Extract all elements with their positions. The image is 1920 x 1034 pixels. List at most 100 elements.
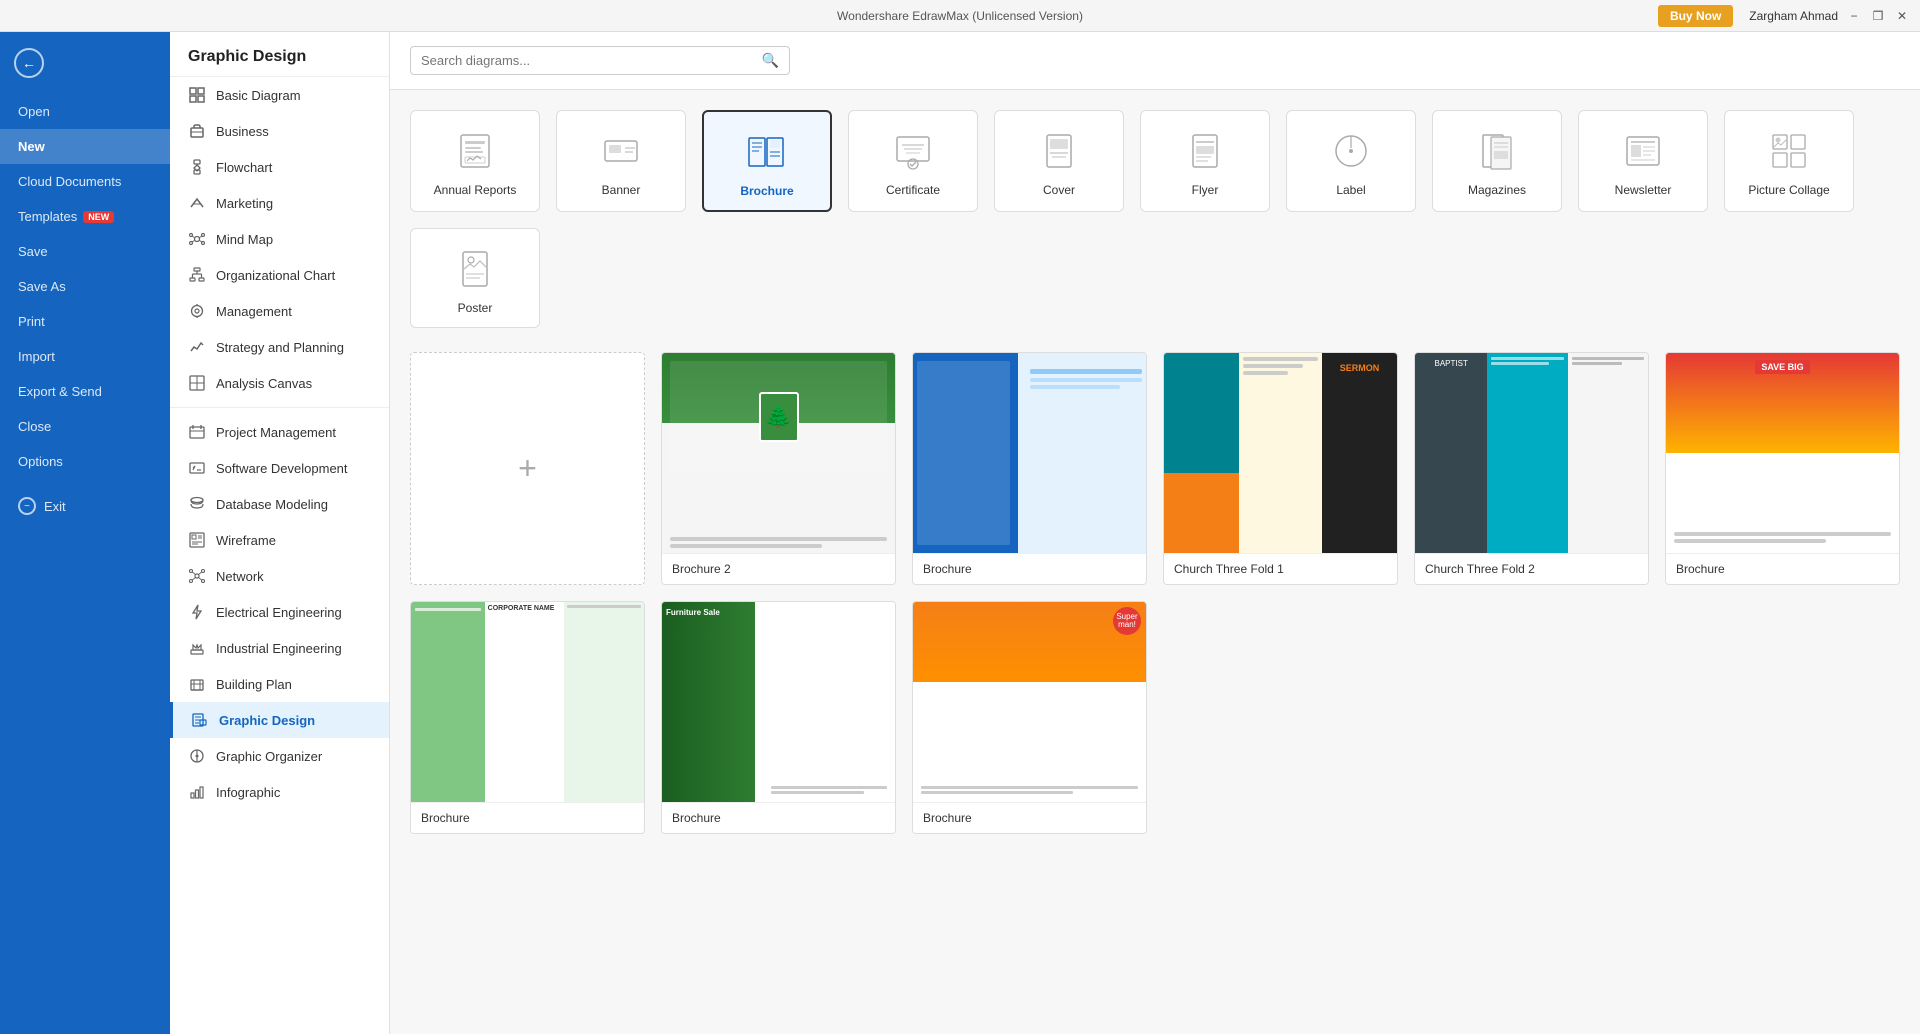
category-orgchart[interactable]: Organizational Chart [170,257,389,293]
sidebar-item-save[interactable]: Save [0,234,170,269]
tile-label: Annual Reports [434,183,517,197]
category-label: Industrial Engineering [216,641,342,656]
sidebar-item-import[interactable]: Import [0,339,170,374]
close-button[interactable]: ✕ [1894,8,1910,24]
tile-cover[interactable]: Cover [994,110,1124,212]
tile-label: Certificate [886,183,940,197]
category-project[interactable]: Project Management [170,414,389,450]
category-basic-diagram[interactable]: Basic Diagram [170,77,389,113]
add-new-card[interactable]: + [410,352,645,585]
sidebar-item-print[interactable]: Print [0,304,170,339]
template-card-brochure[interactable]: Brochure [912,352,1147,585]
tile-banner[interactable]: Banner [556,110,686,212]
tile-brochure[interactable]: Brochure [702,110,832,212]
template-card-church-three-fold-2[interactable]: BAPTIST Church Three Fo [1414,352,1649,585]
tile-newsletter[interactable]: Newsletter [1578,110,1708,212]
search-button[interactable]: 🔍 [762,52,779,69]
sidebar-item-export[interactable]: Export & Send [0,374,170,409]
poster-icon [451,245,499,293]
tile-magazines[interactable]: Magazines [1432,110,1562,212]
sidebar-item-open[interactable]: Open [0,94,170,129]
tile-picture-collage[interactable]: Picture Collage [1724,110,1854,212]
category-database[interactable]: Database Modeling [170,486,389,522]
category-electrical[interactable]: Electrical Engineering [170,594,389,630]
category-label: Network [216,569,264,584]
category-label: Management [216,304,292,319]
template-label: Church Three Fold 2 [1415,553,1648,584]
category-label: Analysis Canvas [216,376,312,391]
main-content: 🔍 Annual Reports Banner [390,32,1920,1034]
sidebar-item-exit[interactable]: − Exit [0,487,170,525]
restore-button[interactable]: ❒ [1870,8,1886,24]
tile-label[interactable]: Label [1286,110,1416,212]
tile-label: Flyer [1192,183,1219,197]
category-label: Marketing [216,196,273,211]
buy-now-button[interactable]: Buy Now [1658,5,1733,27]
divider [170,407,389,408]
category-industrial[interactable]: Industrial Engineering [170,630,389,666]
sidebar-nav: Open New Cloud Documents Templates NEW S… [0,94,170,479]
category-graphic-design[interactable]: Graphic Design [170,702,389,738]
template-card-brochure-2[interactable]: 🌲 Brochure 2 [661,352,896,585]
flyer-icon [1181,127,1229,175]
sidebar-item-save-as[interactable]: Save As [0,269,170,304]
templates-area: Annual Reports Banner Brochure [390,90,1920,1034]
sidebar-item-new[interactable]: New [0,129,170,164]
template-card-row2-1[interactable]: SAVE BIG Brochure [1665,352,1900,585]
template-card-row2-3[interactable]: Furniture Sale Brochure [661,601,896,834]
mindmap-icon [188,230,206,248]
org-icon [188,266,206,284]
tile-certificate[interactable]: Certificate [848,110,978,212]
category-management[interactable]: Management [170,293,389,329]
category-label: Mind Map [216,232,273,247]
template-label: Church Three Fold 1 [1164,553,1397,584]
category-flowchart[interactable]: Flowchart [170,149,389,185]
sidebar-item-options[interactable]: Options [0,444,170,479]
template-card-church-three-fold-1[interactable]: SERMON Church Three Fold 1 [1163,352,1398,585]
search-input[interactable] [421,53,762,68]
banner-icon [597,127,645,175]
magazines-icon [1473,127,1521,175]
category-strategy[interactable]: Strategy and Planning [170,329,389,365]
category-marketing[interactable]: Marketing [170,185,389,221]
building-icon [188,675,206,693]
titlebar: Wondershare EdrawMax (Unlicensed Version… [0,0,1920,32]
templates-label: Templates [18,209,77,224]
category-business[interactable]: Business [170,113,389,149]
category-label: Business [216,124,269,139]
template-label: Brochure [411,802,644,833]
category-analysis[interactable]: Analysis Canvas [170,365,389,401]
category-software[interactable]: Software Development [170,450,389,486]
template-label: Brochure 2 [662,553,895,584]
marketing-icon [188,194,206,212]
briefcase-icon [188,122,206,140]
exit-icon: − [18,497,36,515]
exit-label: Exit [44,499,66,514]
user-label: Zargham Ahmad [1749,9,1838,23]
category-infographic[interactable]: Infographic [170,774,389,810]
analysis-icon [188,374,206,392]
template-thumb: Superman! [913,602,1146,802]
industrial-icon [188,639,206,657]
template-card-row2-2[interactable]: CORPORATE NAME Brochure [410,601,645,834]
tile-poster[interactable]: Poster [410,228,540,328]
category-network[interactable]: Network [170,558,389,594]
tile-flyer[interactable]: Flyer [1140,110,1270,212]
category-building[interactable]: Building Plan [170,666,389,702]
category-wireframe[interactable]: Wireframe [170,522,389,558]
category-tiles-row: Annual Reports Banner Brochure [410,110,1900,328]
minimize-button[interactable]: − [1846,8,1862,24]
tile-label: Cover [1043,183,1075,197]
tile-label: Banner [602,183,641,197]
template-card-row2-4[interactable]: Superman! Brochure [912,601,1147,834]
project-icon [188,423,206,441]
back-button[interactable]: ← [0,32,170,94]
sidebar-item-templates[interactable]: Templates NEW [0,199,170,234]
category-organizer[interactable]: Graphic Organizer [170,738,389,774]
tile-annual-reports[interactable]: Annual Reports [410,110,540,212]
category-mindmap[interactable]: Mind Map [170,221,389,257]
sidebar-item-cloud[interactable]: Cloud Documents [0,164,170,199]
tile-label: Picture Collage [1748,183,1829,197]
sidebar-item-close[interactable]: Close [0,409,170,444]
template-thumb: CORPORATE NAME [411,602,644,802]
